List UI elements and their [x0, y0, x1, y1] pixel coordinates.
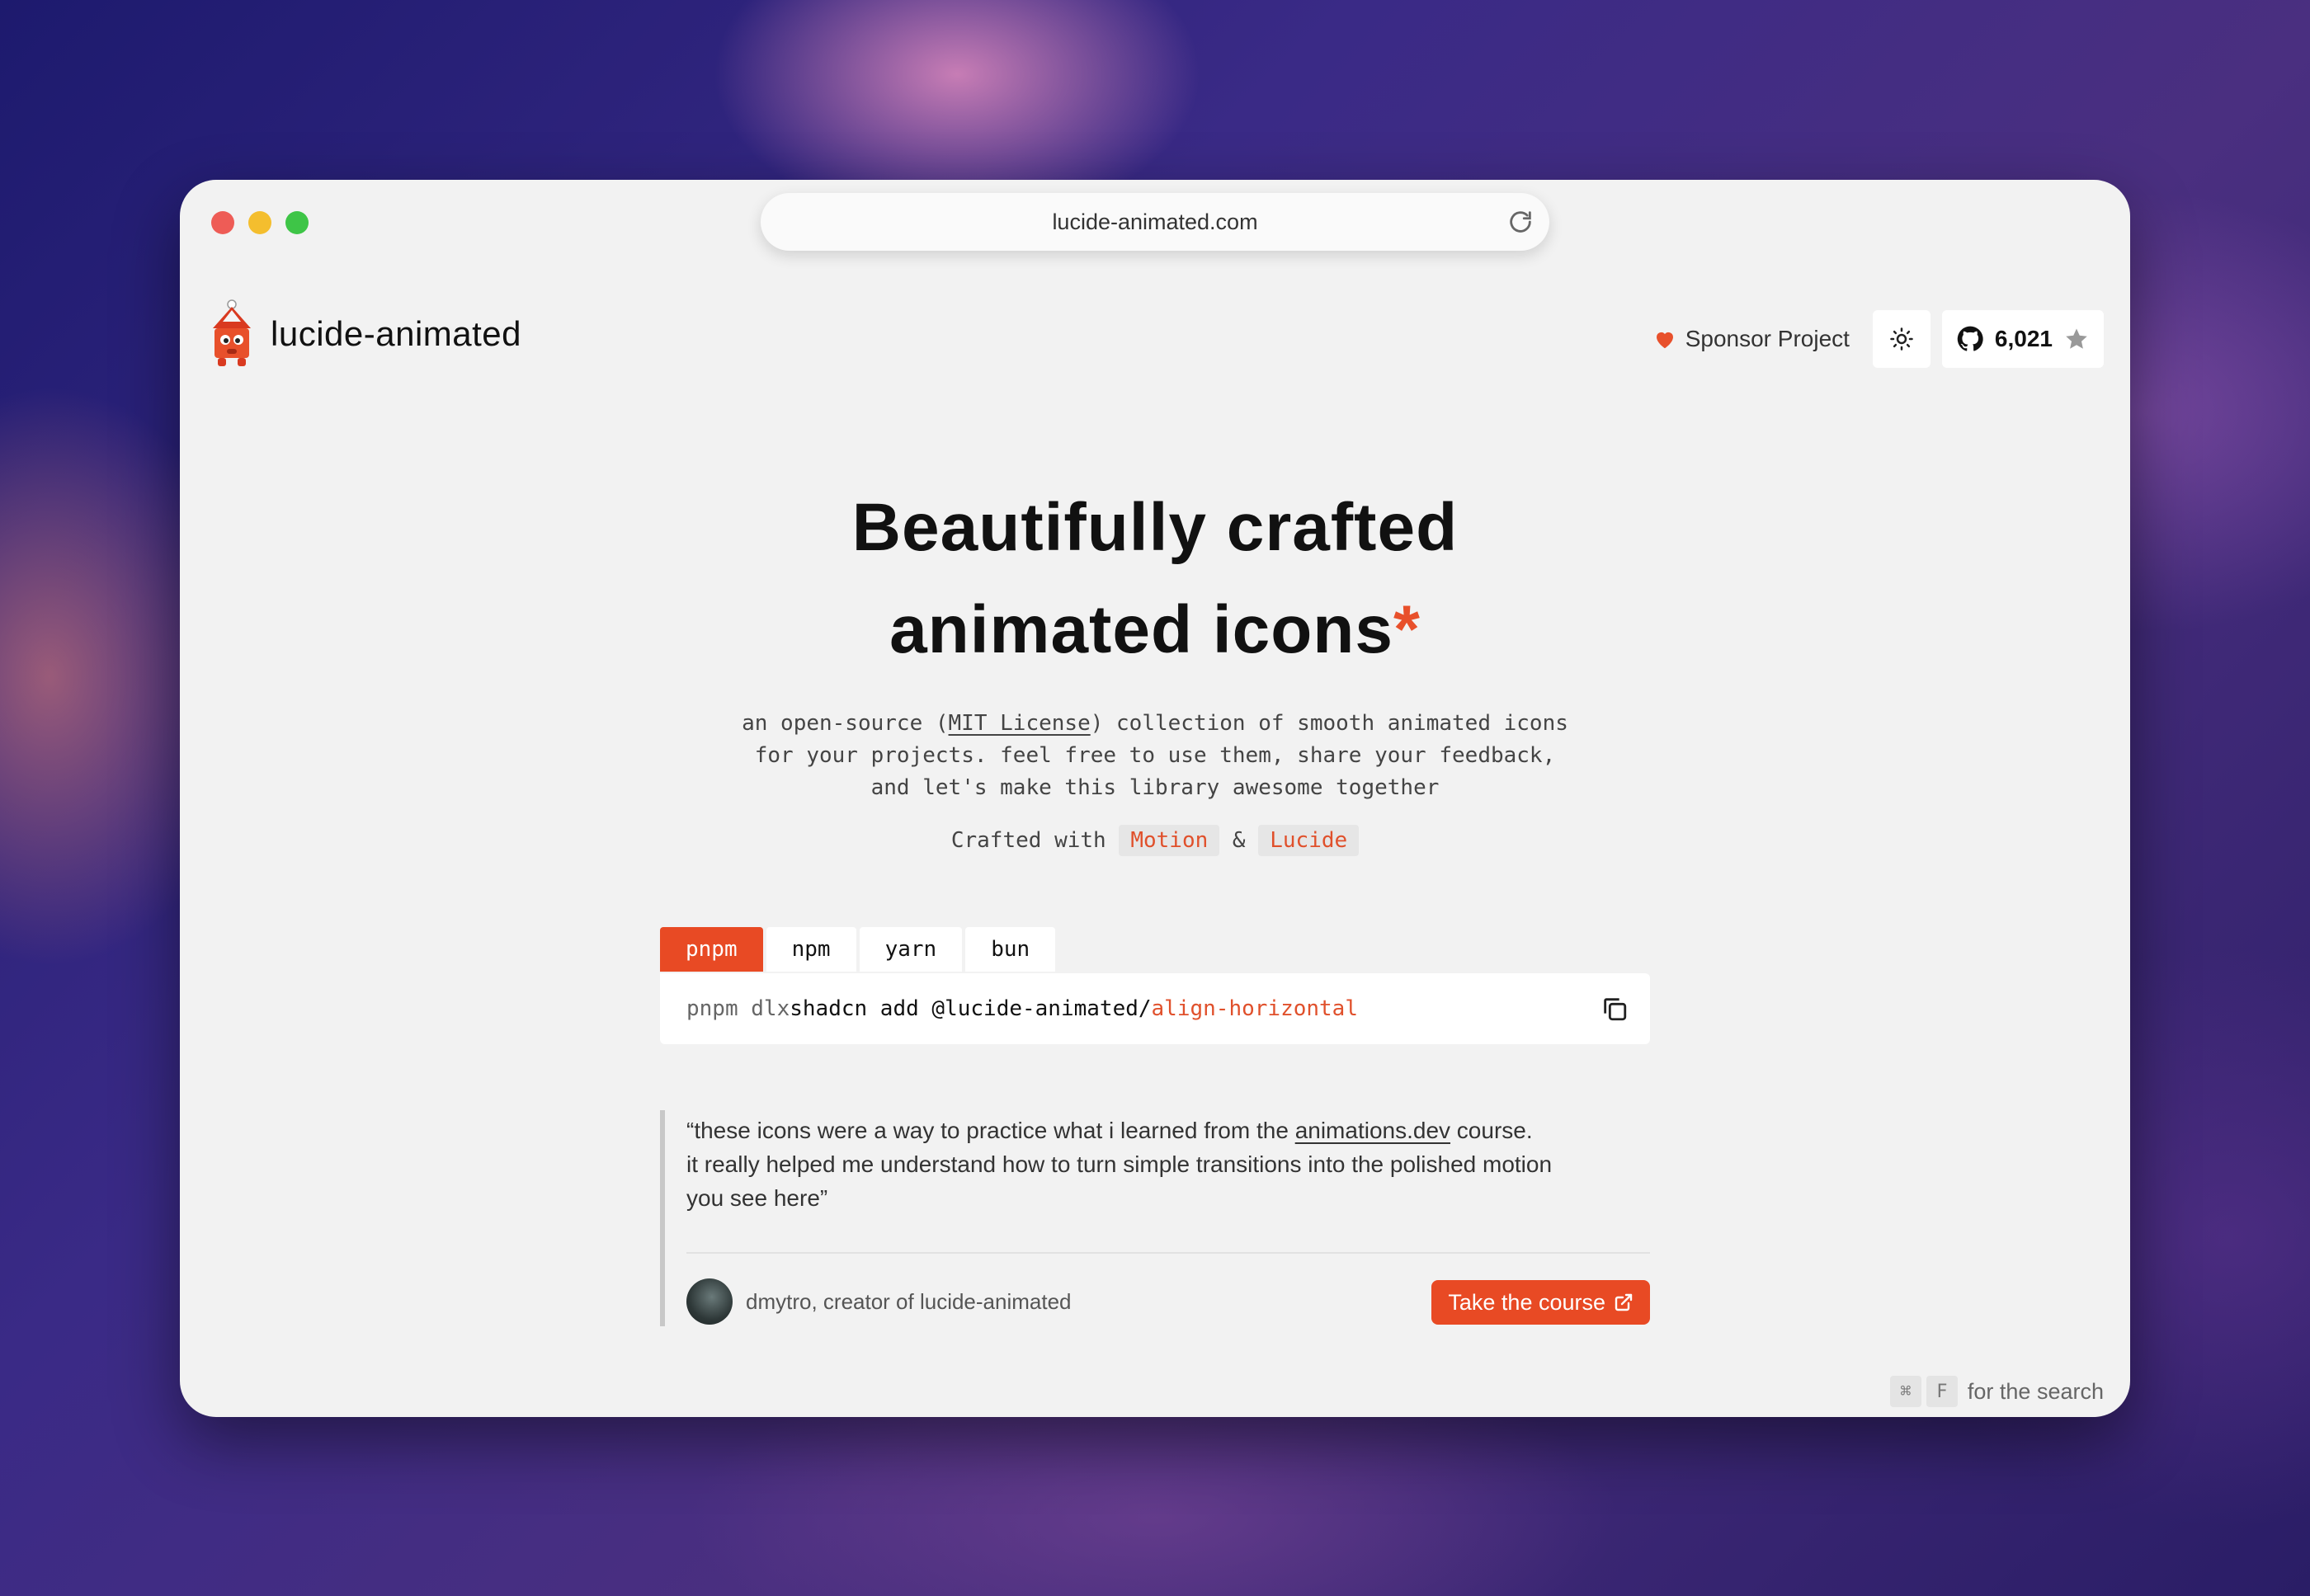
heart-icon — [1656, 332, 1673, 349]
animations-dev-link[interactable]: animations.dev — [1295, 1118, 1450, 1143]
description-text: for your projects. feel free to use them… — [754, 743, 1556, 768]
description-text: and let's make this library awesome toge… — [870, 775, 1440, 800]
quote-author: dmytro, creator of lucide-animated — [686, 1278, 1072, 1325]
minimize-window-button[interactable] — [248, 211, 271, 234]
description-text: ) collection of smooth animated icons — [1090, 711, 1568, 736]
tab-pnpm[interactable]: pnpm — [660, 927, 763, 972]
quote-text-part: course. — [1450, 1118, 1533, 1143]
mit-license-link[interactable]: MIT License — [949, 711, 1091, 736]
hero-title-line1: Beautifully crafted — [851, 490, 1459, 565]
search-hint-text: for the search — [1967, 1378, 2104, 1404]
url-text: lucide-animated.com — [1052, 209, 1258, 234]
description-text: an open-source ( — [742, 711, 949, 736]
sponsor-link[interactable]: Sponsor Project — [1652, 326, 1861, 352]
external-link-icon — [1615, 1293, 1633, 1311]
command-main: shadcn add @lucide-animated/ — [790, 996, 1152, 1021]
github-stars-button[interactable]: 6,021 — [1941, 310, 2104, 368]
close-window-button[interactable] — [211, 211, 234, 234]
take-course-button[interactable]: Take the course — [1431, 1280, 1650, 1325]
install-command: pnpm dlx shadcn add @lucide-animated/ali… — [660, 973, 1650, 1044]
quote-text-part: it really helped me understand how to tu… — [686, 1151, 1553, 1177]
package-manager-tabs: pnpm npm yarn bun — [660, 927, 1056, 972]
motion-link[interactable]: Motion — [1119, 825, 1220, 856]
crafted-prefix: Crafted with — [950, 828, 1106, 853]
command-runner: pnpm dlx — [686, 996, 790, 1021]
crafted-with: Crafted with Motion & Lucide — [180, 825, 2130, 856]
hero-description: an open-source (MIT License) collection … — [180, 708, 2130, 804]
sun-icon — [1890, 327, 1913, 351]
theme-toggle-button[interactable] — [1872, 310, 1930, 368]
quote-text-part: “these icons were a way to practice what… — [686, 1118, 1295, 1143]
house-logo-icon — [213, 299, 251, 366]
tab-yarn[interactable]: yarn — [859, 927, 963, 972]
sponsor-label: Sponsor Project — [1685, 326, 1850, 351]
f-key: F — [1926, 1376, 1958, 1407]
tab-npm[interactable]: npm — [766, 927, 856, 972]
testimonial-quote: “these icons were a way to practice what… — [660, 1110, 1650, 1326]
reload-icon[interactable] — [1506, 208, 1534, 236]
hero-title: Beautifully crafted animated icons* — [180, 477, 2130, 681]
quote-text: “these icons were a way to practice what… — [686, 1110, 1650, 1215]
search-shortcut-hint: ⌘ F for the search — [1889, 1376, 2104, 1407]
hero-title-line2: animated icons — [889, 592, 1394, 667]
author-name: dmytro, creator of lucide-animated — [746, 1288, 1072, 1314]
star-icon — [2066, 328, 2087, 349]
brand-link[interactable]: lucide-animated — [205, 297, 521, 371]
command-icon-name: align-horizontal — [1151, 996, 1358, 1021]
address-bar[interactable]: lucide-animated.com — [761, 193, 1549, 251]
window-controls — [211, 211, 309, 234]
github-star-count: 6,021 — [1994, 326, 2053, 351]
header-actions: Sponsor Project 6,021 — [1652, 310, 2104, 368]
tab-bun[interactable]: bun — [965, 927, 1056, 972]
browser-window: lucide-animated.com lucide-animated Spon… — [180, 180, 2130, 1417]
crafted-ampersand: & — [1232, 828, 1246, 853]
brand-name: lucide-animated — [271, 314, 522, 353]
lucide-link[interactable]: Lucide — [1258, 825, 1360, 856]
command-key: ⌘ — [1889, 1376, 1921, 1407]
quote-text-part: you see here” — [686, 1185, 828, 1211]
hero-title-asterisk: * — [1393, 592, 1421, 667]
divider — [686, 1252, 1650, 1254]
github-icon — [1957, 326, 1983, 351]
take-course-label: Take the course — [1448, 1289, 1605, 1315]
copy-icon[interactable] — [1600, 995, 1629, 1023]
zoom-window-button[interactable] — [285, 211, 309, 234]
avatar — [686, 1278, 733, 1325]
